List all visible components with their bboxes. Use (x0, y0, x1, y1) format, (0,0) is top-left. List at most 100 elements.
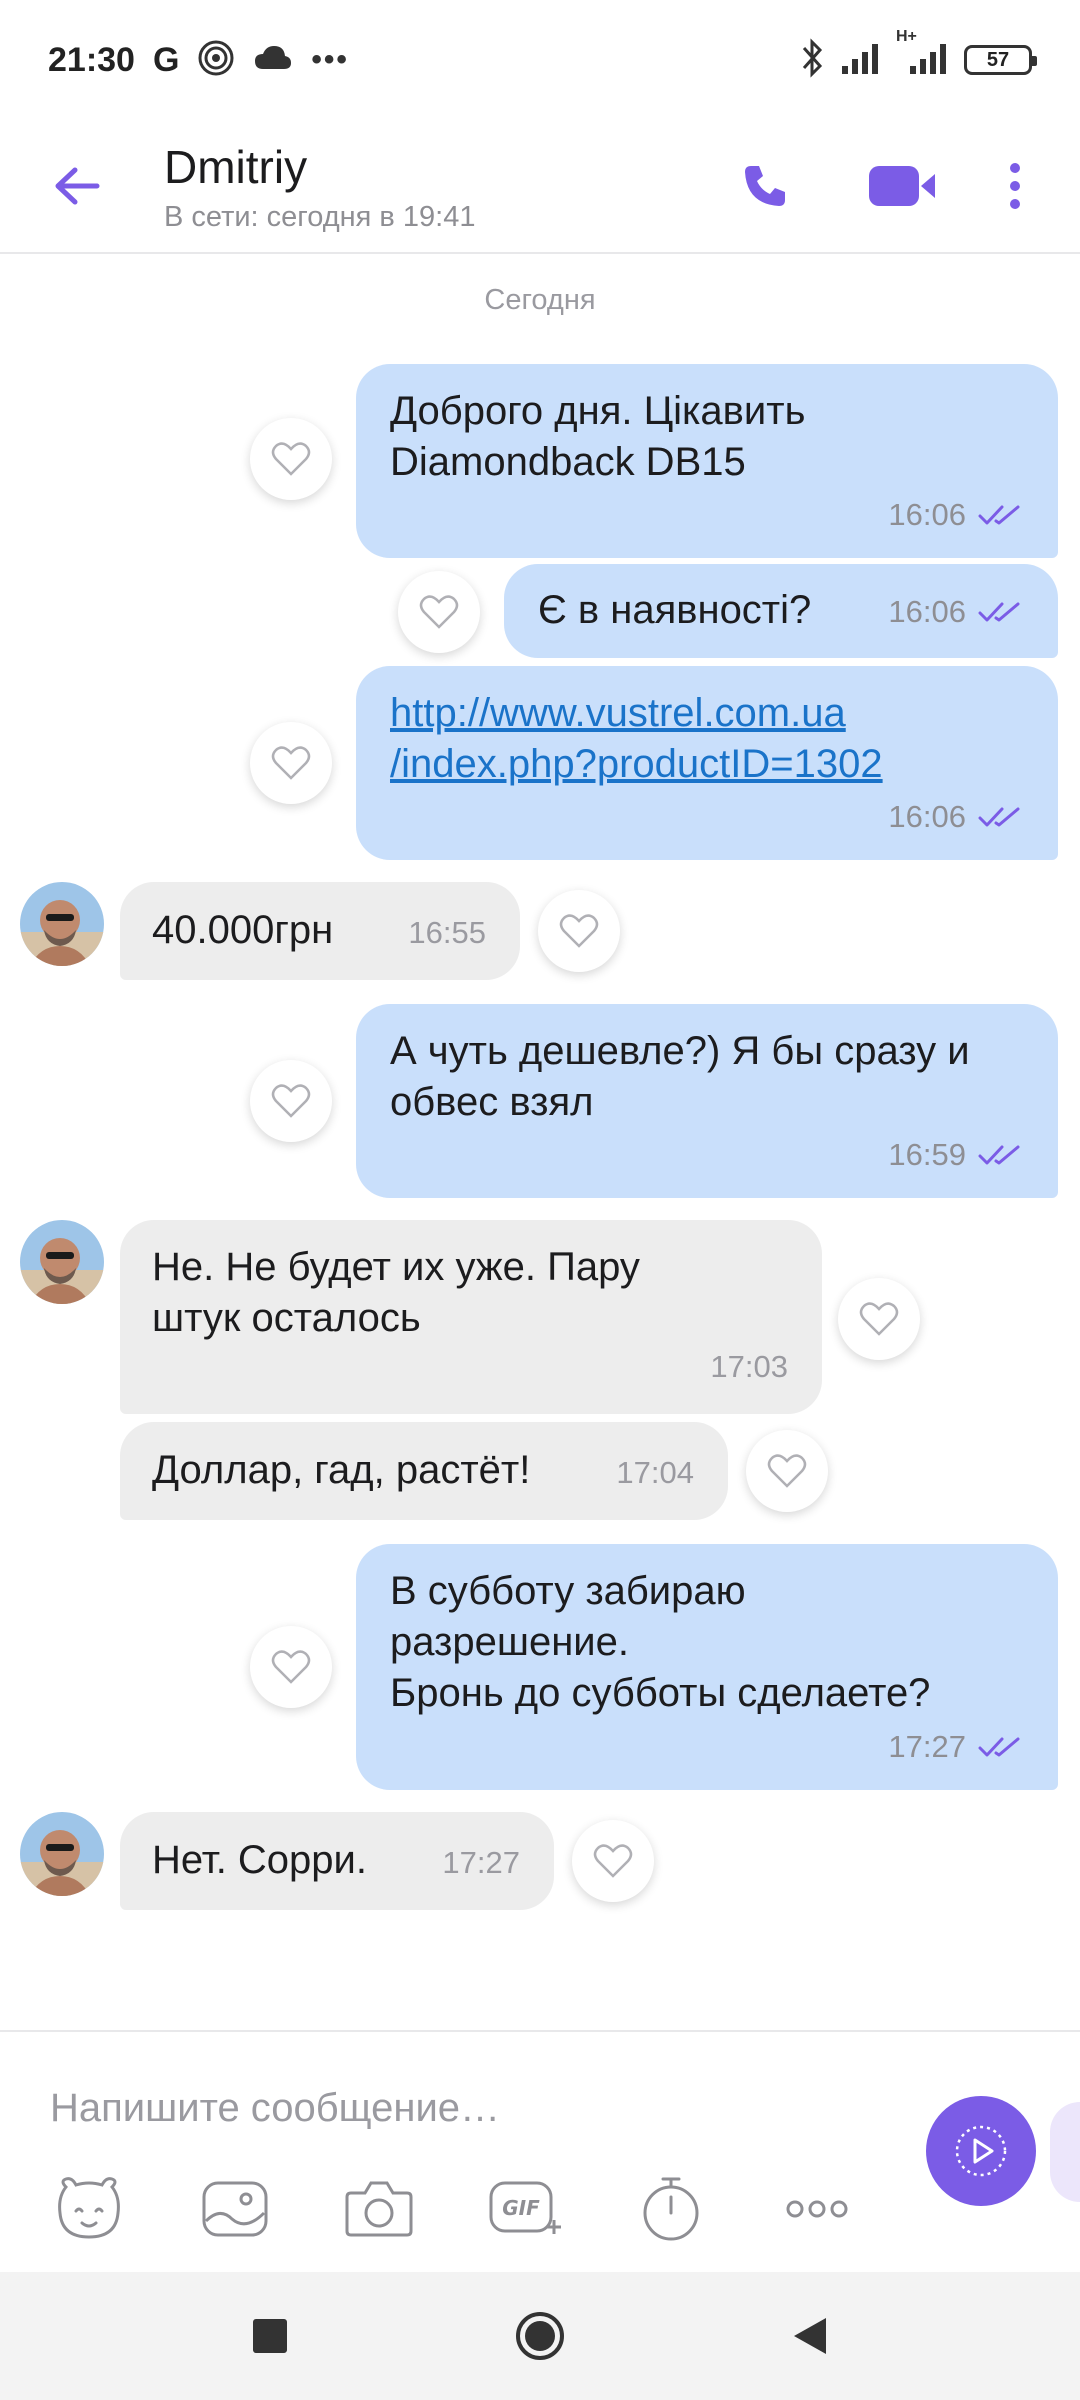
timer-icon (643, 2177, 699, 2241)
like-button[interactable] (746, 1430, 828, 1512)
heart-icon (767, 1454, 807, 1488)
svg-text:GIF: GIF (502, 2196, 540, 2220)
chat-header: Dmitriy В сети: сегодня в 19:41 (0, 120, 1080, 254)
contact-title[interactable]: Dmitriy В сети: сегодня в 19:41 (164, 139, 475, 234)
contact-avatar[interactable] (20, 882, 104, 966)
chat-messages[interactable]: Сегодня Доброго дня. Цікавить Diamondbac… (0, 256, 1080, 2030)
heart-icon (559, 914, 599, 948)
message-text: Доброго дня. Цікавить Diamondback DB15 (390, 389, 806, 484)
more-options-button[interactable] (970, 141, 1060, 231)
heart-icon (271, 1650, 311, 1684)
cloud-icon (253, 43, 293, 78)
back-nav-button[interactable] (770, 2296, 850, 2376)
message-meta: 16:06 (888, 586, 1022, 637)
heart-icon (419, 595, 459, 629)
home-icon (516, 2312, 564, 2360)
like-button[interactable] (250, 1626, 332, 1708)
video-call-button[interactable] (852, 141, 952, 231)
battery-icon: 57 (964, 45, 1037, 75)
heart-icon (593, 1844, 633, 1878)
message-meta: 16:06 (888, 489, 1022, 540)
message-bubble-outgoing[interactable]: Доброго дня. Цікавить Diamondback DB15 1… (356, 364, 1058, 558)
like-button[interactable] (398, 571, 480, 653)
system-navigation-bar (0, 2272, 1080, 2400)
sticker-button[interactable] (44, 2164, 134, 2254)
signal-icon (840, 40, 884, 81)
status-system-icons: H+ 57 (800, 28, 1037, 83)
contact-avatar[interactable] (20, 1812, 104, 1896)
status-bar: 21:30 G ••• H+ 57 (0, 0, 1080, 120)
message-text: Є в наявності? (538, 588, 812, 632)
message-bubble-outgoing[interactable]: http://www.vustrel.com.ua /index.php?pro… (356, 666, 1058, 860)
like-button[interactable] (250, 418, 332, 500)
send-button[interactable] (926, 2096, 1036, 2206)
message-link[interactable]: http://www.vustrel.com.ua /index.php?pro… (390, 688, 883, 790)
read-checkmarks-icon (978, 1737, 1020, 1756)
more-notifications-icon: ••• (311, 43, 349, 76)
gif-button[interactable]: GIF (480, 2164, 570, 2254)
message-input[interactable] (50, 2072, 890, 2144)
recent-apps-icon (253, 2319, 287, 2353)
read-checkmarks-icon (978, 807, 1020, 826)
camera-icon (345, 2181, 413, 2237)
header-actions (720, 141, 1080, 231)
google-icon: G (152, 40, 180, 79)
message-text: А чуть дешевле?) Я бы сразу и обвес взял (390, 1029, 970, 1124)
date-separator: Сегодня (484, 284, 596, 316)
read-checkmarks-icon (978, 505, 1020, 524)
message-bubble-outgoing[interactable]: Є в наявності? 16:06 (504, 564, 1058, 658)
message-bubble-outgoing[interactable]: А чуть дешевле?) Я бы сразу и обвес взял… (356, 1004, 1058, 1198)
more-vert-icon (1010, 163, 1020, 209)
signal-h-plus-icon: H+ (896, 28, 950, 81)
hotspot-icon (197, 39, 235, 82)
read-checkmarks-icon (978, 1145, 1020, 1164)
contact-name: Dmitriy (164, 140, 308, 193)
message-time: 17:04 (616, 1455, 694, 1490)
message-bubble-incoming[interactable]: 40.000грн 16:55 (120, 882, 520, 980)
like-button[interactable] (838, 1278, 920, 1360)
back-button[interactable] (42, 151, 112, 221)
read-checkmarks-icon (978, 602, 1020, 621)
like-button[interactable] (250, 1060, 332, 1142)
gif-icon: GIF (489, 2181, 561, 2234)
message-time: 16:06 (888, 594, 966, 629)
message-bubble-outgoing[interactable]: В субботу забираю разрешение. Бронь до с… (356, 1544, 1058, 1790)
heart-icon (271, 746, 311, 780)
message-text: 40.000грн (152, 908, 334, 952)
more-tools-button[interactable] (772, 2164, 862, 2254)
side-panel-peek[interactable] (1050, 2102, 1080, 2202)
message-time: 16:59 (888, 1137, 966, 1172)
message-bubble-incoming[interactable]: Доллар, гад, растёт! 17:04 (120, 1422, 728, 1520)
like-button[interactable] (250, 722, 332, 804)
message-composer: GIF (0, 2030, 1080, 2272)
camera-button[interactable] (334, 2164, 424, 2254)
message-text: В субботу забираю разрешение. Бронь до с… (390, 1569, 931, 1715)
message-bubble-incoming[interactable]: Не. Не будет их уже. Пару штук осталось … (120, 1220, 822, 1414)
gallery-icon (202, 2181, 268, 2237)
back-icon (794, 2318, 826, 2354)
message-text: Нет. Сорри. (152, 1838, 367, 1882)
video-icon (869, 166, 935, 206)
message-time: 17:27 (442, 1845, 520, 1880)
bluetooth-icon (800, 37, 826, 83)
like-button[interactable] (538, 890, 620, 972)
heart-icon (859, 1302, 899, 1336)
contact-avatar[interactable] (20, 1220, 104, 1304)
message-time: 16:55 (408, 915, 486, 950)
home-button[interactable] (500, 2296, 580, 2376)
like-button[interactable] (572, 1820, 654, 1902)
phone-icon (745, 166, 785, 206)
message-meta: 17:27 (888, 1721, 1022, 1772)
message-bubble-incoming[interactable]: Нет. Сорри. 17:27 (120, 1812, 554, 1910)
message-time: 16:06 (888, 497, 966, 532)
message-text: Доллар, гад, растёт! (152, 1448, 531, 1492)
message-time: 17:03 (710, 1349, 788, 1384)
send-icon (955, 2125, 1007, 2177)
gallery-button[interactable] (190, 2164, 280, 2254)
heart-icon (271, 1084, 311, 1118)
message-meta: 16:06 (888, 791, 1022, 842)
call-button[interactable] (720, 141, 810, 231)
recent-apps-button[interactable] (230, 2296, 310, 2376)
timer-button[interactable] (626, 2164, 716, 2254)
back-arrow-icon (55, 167, 100, 205)
